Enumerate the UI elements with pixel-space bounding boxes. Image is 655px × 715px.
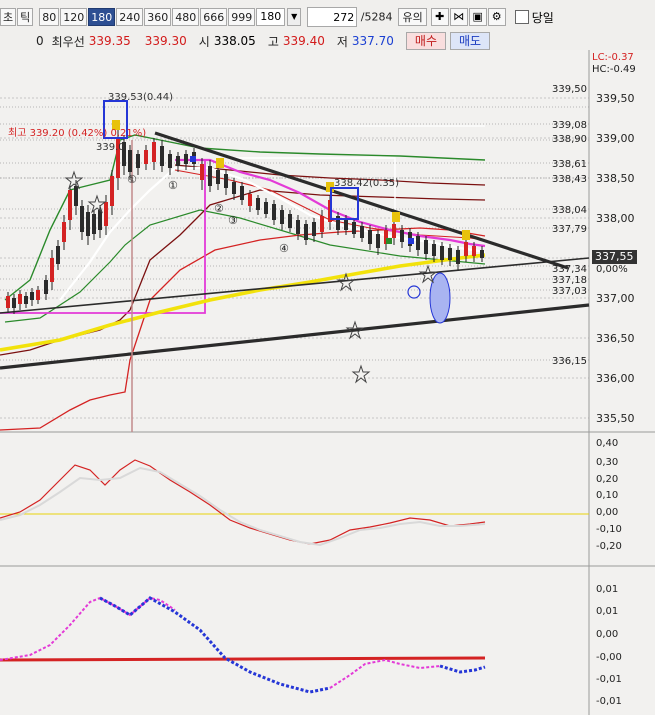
osc1-axis-label: -0,10 (596, 524, 622, 535)
best-quote-label: 최우선 (51, 34, 85, 49)
period-120-button[interactable]: 120 (60, 8, 88, 26)
wave-label-1a: ① (127, 173, 137, 186)
max-annotation: 최고 339.20 (0.42%) 0.21%) (8, 127, 146, 139)
count-input[interactable] (307, 7, 358, 27)
high-value: 339.40 (282, 34, 325, 48)
level-label: 337,03 (552, 286, 587, 297)
axis-label: 335,50 (596, 412, 635, 425)
osc2-signal-line (0, 656, 486, 662)
level-label: 338,61 (552, 159, 587, 170)
best-bid-value: 339.30 (144, 34, 187, 48)
axis-label: 338,50 (596, 172, 635, 185)
level-label: 338,90 (552, 134, 587, 145)
level-label: 338,04 (552, 205, 587, 216)
wave-label-1b: ① (168, 179, 178, 192)
open-value: 338.05 (213, 34, 256, 48)
crosshair-icon[interactable]: ✚ (430, 8, 449, 26)
price-mark-annotation: 339.0 (96, 142, 125, 153)
axis-label: 336,50 (596, 332, 635, 345)
toolbar-row-quote: 0 최우선 339.35 339.30 시 338.05 고 339.40 저 … (32, 30, 491, 52)
level-label-top: 339,50 (552, 84, 587, 95)
today-checkbox-label: 당일 (531, 10, 554, 25)
level-label: 338,43 (552, 174, 587, 185)
osc1-axis-label: 0,20 (596, 474, 618, 485)
period-666-button[interactable]: 666 (200, 8, 228, 26)
level-label: 337,34 (552, 264, 587, 275)
today-checkbox[interactable]: 당일 (514, 9, 554, 26)
low-label: 저 (336, 34, 348, 49)
osc2-axis-label: -0,01 (596, 696, 622, 707)
tick-button[interactable]: 틱 (17, 8, 34, 26)
notice-button[interactable]: 유의 (398, 8, 427, 26)
period-select[interactable]: 180 (256, 8, 286, 26)
zero-percent-label: 0,00% (596, 264, 628, 275)
osc2-axis-label: 0,01 (596, 606, 618, 617)
chart-toolbar: 초 틱 80 120 180 240 360 480 666 999 180 ▼… (0, 0, 655, 51)
high-annotation: 339.53(0.44) (108, 92, 173, 103)
period-80-button[interactable]: 80 (39, 8, 60, 26)
high-label: 고 (267, 34, 279, 49)
osc2-axis-label: 0,00 (596, 629, 618, 640)
axis-label: 338,00 (596, 212, 635, 225)
osc1-axis-label: 0,00 (596, 507, 618, 518)
osc2-axis-label: -0,00 (596, 652, 622, 663)
lc-label: LC:-0.37 (592, 52, 634, 63)
buy-button[interactable]: 매수 (405, 32, 446, 50)
level-label: 337,18 (552, 275, 587, 286)
level-label: 336,15 (552, 356, 587, 367)
axis-label: 337,00 (596, 292, 635, 305)
count-total: /5284 (360, 10, 393, 24)
low-value: 337.70 (351, 34, 394, 48)
level-label: 337,79 (552, 224, 587, 235)
axis-label: 336,00 (596, 372, 635, 385)
current-price-tag: 337,55 (592, 250, 637, 264)
osc1-axis-label: -0,20 (596, 541, 622, 552)
level-label: 339,08 (552, 120, 587, 131)
price-chart[interactable]: 339.53(0.44) 최고 339.20 (0.42%) 0.21%) 33… (0, 50, 655, 715)
period-240-button[interactable]: 240 (116, 8, 144, 26)
count-display: /5284 (307, 7, 392, 27)
checkbox-icon[interactable] (514, 10, 529, 24)
best-ask-value: 339.35 (88, 34, 131, 48)
osc1-axis-label: 0,30 (596, 457, 618, 468)
open-label: 시 (198, 34, 210, 49)
save-icon[interactable]: ▣ (468, 8, 487, 26)
settings-gear-icon[interactable]: ⚙ (487, 8, 506, 26)
trend-tool-icon[interactable]: ⋈ (449, 8, 468, 26)
axis-label: 339,00 (596, 132, 635, 145)
period-999-button[interactable]: 999 (228, 8, 256, 26)
quote-zero: 0 (36, 34, 44, 48)
period-dropdown-icon[interactable]: ▼ (287, 8, 302, 26)
period-480-button[interactable]: 480 (172, 8, 200, 26)
axis-label: 339,50 (596, 92, 635, 105)
wave-label-4: ④ (279, 242, 289, 255)
toolbar-row-top: 초 틱 80 120 180 240 360 480 666 999 180 ▼… (0, 6, 554, 28)
sell-button[interactable]: 매도 (450, 32, 491, 50)
osc2-axis-label: 0,01 (596, 584, 618, 595)
osc2-axis-label: -0,01 (596, 674, 622, 685)
period-360-button[interactable]: 360 (144, 8, 172, 26)
period-180-button[interactable]: 180 (88, 8, 116, 26)
wave-label-3: ③ (228, 214, 238, 227)
mid-annotation: 338.42(0.35) (334, 178, 399, 189)
osc1-axis-label: 0,40 (596, 438, 618, 449)
wave-label-2: ② (214, 202, 224, 215)
osc1-axis-label: 0,10 (596, 490, 618, 501)
hc-label: HC:-0.49 (592, 64, 636, 75)
second-button[interactable]: 초 (0, 8, 17, 26)
